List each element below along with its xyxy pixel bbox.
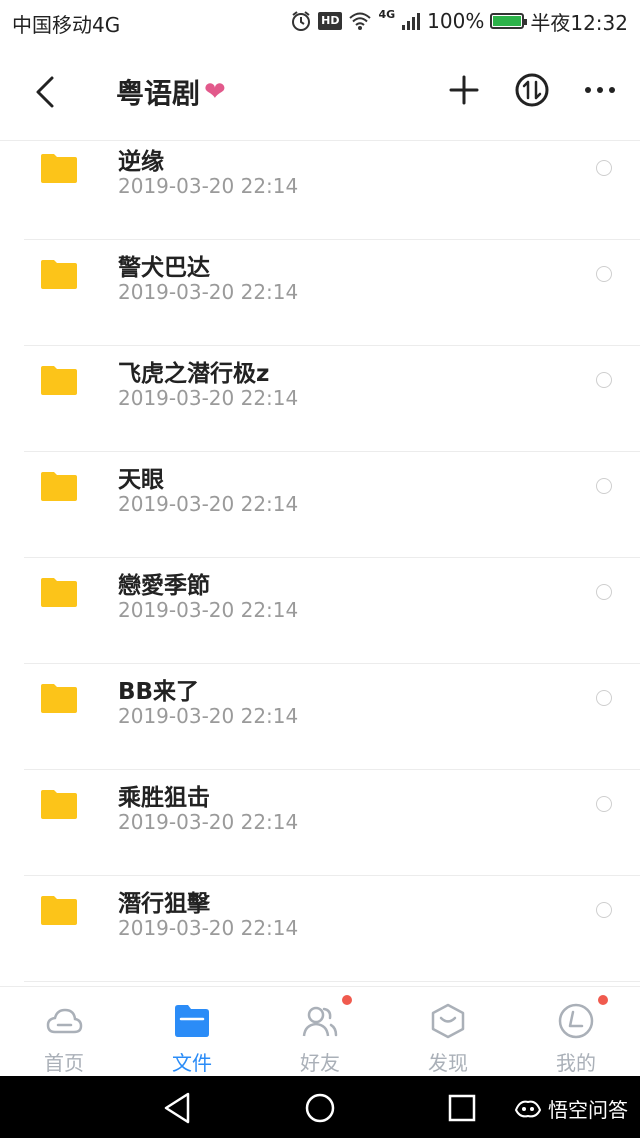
folder-icon xyxy=(41,684,77,713)
list-item[interactable]: 飞虎之潜行极z 2019-03-20 22:14 xyxy=(0,346,640,452)
clock-label: 半夜12:32 xyxy=(530,10,628,35)
watermark: 悟空问答 xyxy=(514,1094,628,1123)
file-name: 潛行狙擊 xyxy=(118,891,210,917)
tab-label: 发现 xyxy=(428,1051,468,1075)
carrier-label: 中国移动4G xyxy=(12,13,121,37)
select-radio[interactable] xyxy=(596,796,612,812)
wifi-icon xyxy=(349,12,372,30)
select-radio[interactable] xyxy=(596,160,612,176)
file-name: 天眼 xyxy=(118,467,164,493)
bottom-tab-bar: 首页 文件 好友 发现 我的 xyxy=(0,986,640,1077)
wukong-logo-icon xyxy=(514,1100,542,1117)
list-item[interactable]: 潛行狙擊 2019-03-20 22:14 xyxy=(0,876,640,982)
file-name: BB来了 xyxy=(118,679,200,705)
tab-profile[interactable]: 我的 xyxy=(512,987,640,1077)
nav-recents-button[interactable] xyxy=(442,1088,482,1128)
folder-icon xyxy=(175,1005,209,1037)
nav-back-button[interactable] xyxy=(158,1088,198,1128)
folder-icon xyxy=(41,790,77,819)
more-button[interactable] xyxy=(578,68,622,112)
divider xyxy=(24,981,640,982)
file-list: 逆缘 2019-03-20 22:14 警犬巴达 2019-03-20 22:1… xyxy=(0,140,640,988)
signal-icon xyxy=(402,13,421,30)
app-header: 粤语剧 ❤ xyxy=(0,44,640,141)
list-item[interactable]: 戀愛季節 2019-03-20 22:14 xyxy=(0,558,640,664)
status-bar: 中国移动4G HD 4G 100% 半夜12:32 xyxy=(0,0,640,44)
folder-icon xyxy=(41,896,77,925)
list-item[interactable]: 天眼 2019-03-20 22:14 xyxy=(0,452,640,558)
file-name: 飞虎之潜行极z xyxy=(118,361,270,387)
battery-icon xyxy=(490,13,528,29)
tab-label: 首页 xyxy=(44,1051,84,1075)
select-radio[interactable] xyxy=(596,372,612,388)
page-title: 粤语剧 ❤ xyxy=(116,72,226,112)
file-date: 2019-03-20 22:14 xyxy=(118,280,299,304)
discover-icon xyxy=(431,1003,465,1039)
add-button[interactable] xyxy=(442,68,486,112)
list-item[interactable]: 乘胜狙击 2019-03-20 22:14 xyxy=(0,770,640,876)
file-date: 2019-03-20 22:14 xyxy=(118,704,299,728)
tab-files[interactable]: 文件 xyxy=(128,987,256,1077)
cloud-icon xyxy=(46,1008,83,1034)
select-radio[interactable] xyxy=(596,584,612,600)
notification-badge xyxy=(342,995,352,1005)
network-label: 4G xyxy=(378,7,396,21)
select-radio[interactable] xyxy=(596,690,612,706)
tab-home[interactable]: 首页 xyxy=(0,987,128,1077)
select-radio[interactable] xyxy=(596,266,612,282)
watermark-text: 悟空问答 xyxy=(548,1098,628,1122)
file-name: 警犬巴达 xyxy=(118,255,210,281)
select-radio[interactable] xyxy=(596,902,612,918)
file-date: 2019-03-20 22:14 xyxy=(118,810,299,834)
file-name: 戀愛季節 xyxy=(118,573,210,599)
folder-icon xyxy=(41,260,77,289)
tab-label: 文件 xyxy=(172,1051,212,1075)
tab-label: 我的 xyxy=(556,1051,596,1075)
folder-icon xyxy=(41,472,77,501)
notification-badge xyxy=(598,995,608,1005)
file-name: 逆缘 xyxy=(118,149,164,175)
sort-button[interactable] xyxy=(510,68,554,112)
file-date: 2019-03-20 22:14 xyxy=(118,386,299,410)
tab-friends[interactable]: 好友 xyxy=(256,987,384,1077)
folder-icon xyxy=(41,366,77,395)
file-date: 2019-03-20 22:14 xyxy=(118,492,299,516)
list-item[interactable]: 警犬巴达 2019-03-20 22:14 xyxy=(0,240,640,346)
page-title-text: 粤语剧 xyxy=(116,77,201,110)
list-item[interactable]: BB来了 2019-03-20 22:14 xyxy=(0,664,640,770)
list-item[interactable]: 逆缘 2019-03-20 22:14 xyxy=(0,140,640,240)
heart-icon: ❤ xyxy=(204,77,226,107)
nav-home-button[interactable] xyxy=(300,1088,340,1128)
tab-discover[interactable]: 发现 xyxy=(384,987,512,1077)
alarm-icon xyxy=(292,11,311,31)
file-date: 2019-03-20 22:14 xyxy=(118,174,299,198)
file-name: 乘胜狙击 xyxy=(118,785,210,811)
friends-icon xyxy=(302,1006,338,1037)
tab-label: 好友 xyxy=(300,1051,340,1075)
folder-icon xyxy=(41,578,77,607)
back-button[interactable] xyxy=(28,70,64,114)
folder-icon xyxy=(41,154,77,183)
hd-badge: HD xyxy=(318,12,343,30)
profile-icon xyxy=(558,1003,594,1039)
file-date: 2019-03-20 22:14 xyxy=(118,598,299,622)
battery-label: 100% xyxy=(427,9,485,33)
file-date: 2019-03-20 22:14 xyxy=(118,916,299,940)
select-radio[interactable] xyxy=(596,478,612,494)
system-nav-bar: 悟空问答 xyxy=(0,1076,640,1138)
